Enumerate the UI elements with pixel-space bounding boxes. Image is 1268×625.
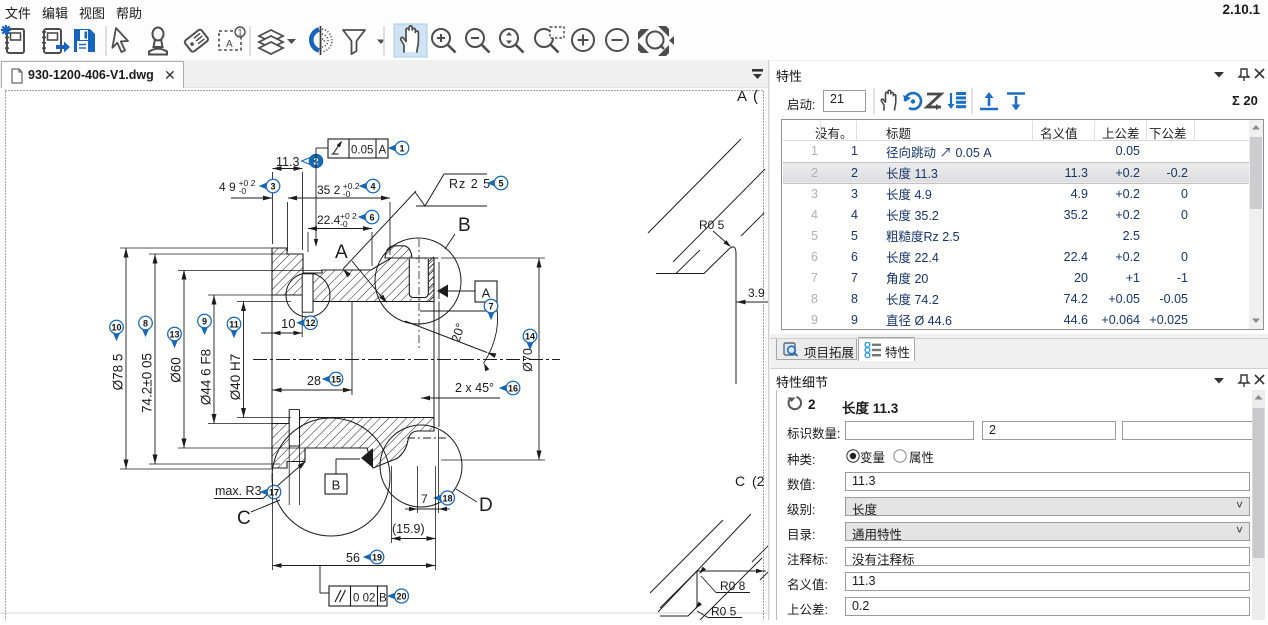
svg-text:1: 1 bbox=[399, 143, 404, 153]
svg-text:B: B bbox=[332, 478, 341, 493]
svg-text:max. R3: max. R3 bbox=[215, 484, 262, 498]
svg-text:(2: (2 bbox=[752, 473, 765, 489]
svg-text:-0: -0 bbox=[340, 219, 348, 229]
svg-text:0.05: 0.05 bbox=[351, 145, 373, 157]
svg-text:Ø60: Ø60 bbox=[169, 357, 184, 383]
svg-text:Ø70: Ø70 bbox=[521, 348, 535, 372]
svg-text:2 x 45°: 2 x 45° bbox=[455, 381, 494, 395]
svg-text:16: 16 bbox=[508, 383, 518, 393]
svg-text:20: 20 bbox=[396, 591, 406, 601]
svg-text:3.9: 3.9 bbox=[748, 286, 765, 300]
svg-text:A: A bbox=[226, 39, 233, 50]
svg-text:-0: -0 bbox=[343, 189, 351, 199]
svg-text:7: 7 bbox=[488, 301, 493, 311]
svg-text:D: D bbox=[479, 495, 493, 516]
svg-text:Ø44 6 F8: Ø44 6 F8 bbox=[199, 349, 214, 405]
svg-text:-0: -0 bbox=[239, 186, 247, 196]
svg-text:14: 14 bbox=[525, 331, 535, 341]
svg-text:17: 17 bbox=[269, 487, 279, 497]
svg-text:R0 8: R0 8 bbox=[720, 579, 746, 593]
svg-text:C: C bbox=[735, 473, 745, 489]
svg-text:12: 12 bbox=[305, 318, 315, 328]
svg-text:7: 7 bbox=[421, 492, 428, 506]
svg-text:R0 5: R0 5 bbox=[699, 218, 725, 232]
svg-text:4: 4 bbox=[370, 181, 375, 191]
svg-text:18: 18 bbox=[442, 493, 452, 503]
svg-text:10: 10 bbox=[111, 322, 121, 332]
svg-text:4 9: 4 9 bbox=[219, 180, 236, 194]
svg-text:0 02: 0 02 bbox=[353, 593, 375, 605]
svg-text:35 2: 35 2 bbox=[317, 183, 341, 197]
svg-text:11.3: 11.3 bbox=[276, 155, 299, 169]
svg-text:13: 13 bbox=[169, 329, 179, 339]
svg-text:22.4: 22.4 bbox=[317, 213, 341, 227]
svg-text:9: 9 bbox=[202, 316, 207, 326]
svg-text:Ø78 5: Ø78 5 bbox=[111, 354, 126, 391]
svg-text:5: 5 bbox=[498, 178, 503, 188]
svg-text:3: 3 bbox=[270, 181, 275, 191]
svg-text:19: 19 bbox=[372, 552, 382, 562]
svg-text:A: A bbox=[379, 145, 387, 157]
svg-text:15: 15 bbox=[331, 374, 341, 384]
svg-text:B: B bbox=[458, 215, 471, 236]
svg-text:Ø40 H7: Ø40 H7 bbox=[228, 354, 243, 401]
svg-text:R0 5: R0 5 bbox=[711, 605, 737, 619]
svg-text:(15.9): (15.9) bbox=[392, 522, 425, 536]
svg-text:C: C bbox=[237, 508, 251, 529]
svg-text:1: 1 bbox=[237, 28, 242, 38]
svg-text:A: A bbox=[737, 88, 747, 105]
svg-text:A: A bbox=[335, 242, 348, 263]
svg-text:Rz 2 5: Rz 2 5 bbox=[449, 177, 491, 191]
svg-text:74.2±0 05: 74.2±0 05 bbox=[140, 353, 155, 413]
svg-text:11: 11 bbox=[229, 319, 239, 329]
svg-text:(: ( bbox=[753, 88, 758, 105]
svg-text:8: 8 bbox=[143, 318, 148, 328]
svg-text:28: 28 bbox=[307, 374, 321, 388]
svg-text:20°: 20° bbox=[449, 322, 468, 344]
svg-text:56: 56 bbox=[346, 551, 360, 565]
svg-text:10: 10 bbox=[281, 316, 295, 331]
svg-text:B: B bbox=[379, 593, 387, 605]
svg-text:A: A bbox=[482, 286, 491, 301]
svg-text:6: 6 bbox=[369, 212, 374, 222]
